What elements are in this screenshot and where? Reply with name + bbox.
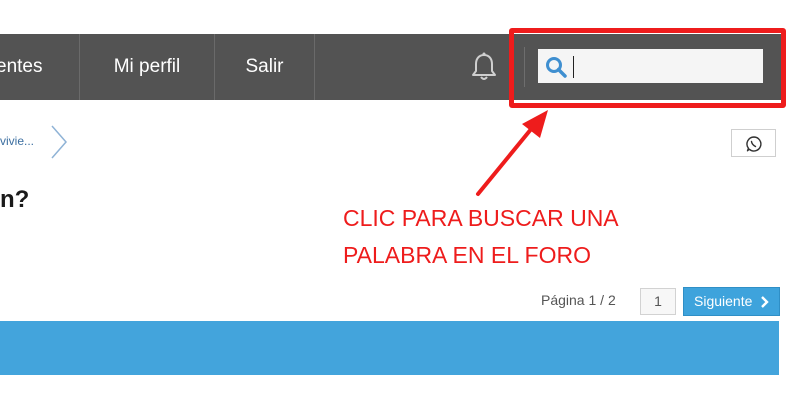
search-highlight-box <box>509 28 786 108</box>
nav-item-label: entes <box>0 56 43 77</box>
page-indicator: Página 1 / 2 <box>541 292 616 308</box>
whatsapp-share-button[interactable] <box>731 129 776 157</box>
nav-item-label: Mi perfil <box>113 56 181 77</box>
nav-item-salir[interactable]: Salir <box>215 34 315 100</box>
red-arrow-annotation <box>476 110 548 196</box>
thread-title: n? <box>0 186 30 213</box>
nav-item-clientes[interactable]: entes <box>0 34 80 100</box>
annotation-line: PALABRA EN EL FORO <box>343 242 591 268</box>
chevron-right-icon <box>761 296 769 308</box>
page-number-input[interactable]: 1 <box>640 288 676 315</box>
whatsapp-icon <box>746 136 762 152</box>
nav-item-label: Salir <box>245 56 284 77</box>
nav-item-mi-perfil[interactable]: Mi perfil <box>80 34 215 100</box>
annotation-text: CLIC PARA BUSCAR UNA PALABRA EN EL FORO <box>343 200 673 274</box>
next-button-label: Siguiente <box>694 293 753 309</box>
breadcrumb-item[interactable]: vivie... <box>0 134 34 148</box>
bell-icon[interactable] <box>469 51 499 83</box>
chevron-right-icon <box>51 125 67 159</box>
next-page-button[interactable]: Siguiente <box>683 287 780 316</box>
page: entes Mi perfil Salir vivie... n? CLIC P… <box>0 0 800 400</box>
annotation-line: CLIC PARA BUSCAR UNA <box>343 205 619 231</box>
post-header-bar <box>0 321 779 375</box>
